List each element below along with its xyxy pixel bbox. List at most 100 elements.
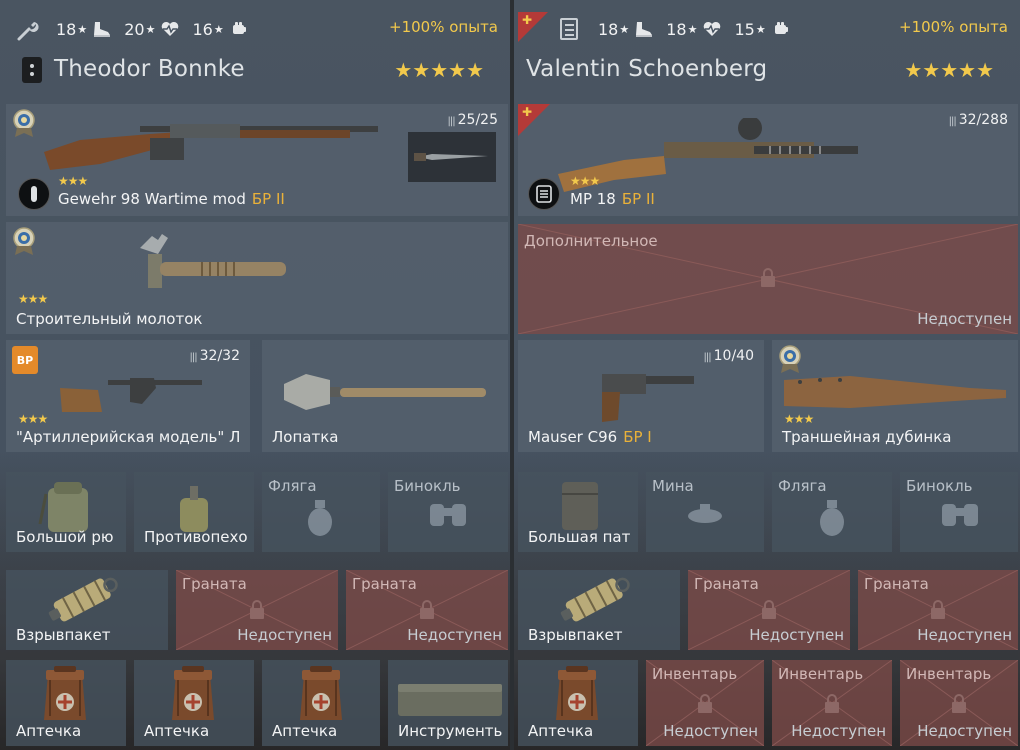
antipersonnel-mine-slot[interactable]: Противопехо [134,472,254,552]
explosive-pack-slot[interactable]: Взрывпакет [518,570,680,650]
boot-icon [634,20,654,38]
fist-icon [771,20,791,38]
ammo-count: ||| 32/288 [948,112,1008,128]
unavailable-status: Недоступен [237,626,332,644]
medkit-slot[interactable]: Аптечка [134,660,254,746]
flask-slot[interactable]: Фляга [772,472,892,552]
grenade-slot-locked[interactable]: Граната Недоступен [346,570,508,650]
lock-icon [926,598,950,622]
mauser-pistol-image [602,374,694,422]
weapon-stars: ★★★ [784,412,814,426]
medkit-icon [168,664,218,724]
bayonet-attachment[interactable] [408,132,496,182]
weapon-label: Строительный молоток [16,310,203,328]
extra-slot-locked[interactable]: Дополнительное Недоступен [518,224,1018,334]
binoculars-icon [942,504,978,526]
ammo-icon: ||| [703,352,712,363]
upgrade-medal-icon [12,108,36,138]
boot-icon [92,20,112,38]
toolbox-slot[interactable]: Инструменть [388,660,508,746]
rank-insignia-icon [22,57,42,83]
item-label: Инвентарь [778,665,864,683]
wrench-icon [16,18,40,42]
flask-icon [820,500,844,536]
grenade-slot-locked[interactable]: Граната Недоступен [858,570,1018,650]
grenade-slot-locked[interactable]: Граната Недоступен [688,570,850,650]
backpack-slot[interactable]: Большой рю [6,472,126,552]
trench-club-slot[interactable]: ★★★ Траншейная дубинка [772,340,1018,452]
weapon-label: Лопатка [272,428,339,446]
item-label: Аптечка [144,722,210,740]
stat-strength: 16 ★ [192,20,248,39]
smg-image [558,118,858,192]
artillery-luger-image [60,378,202,412]
primary-weapon-slot[interactable]: ||| 25/25 ★★★ Gewehr 98 Wartime mod БР II [6,104,508,216]
item-label: Мина [652,477,694,495]
cross-icon: ✚ [522,13,533,27]
sidearm-slot[interactable]: ||| 10/40 Mauser C96 БР I [518,340,764,452]
mine-icon [180,486,208,532]
unavailable-status: Недоступен [917,722,1012,740]
lock-icon [756,266,780,290]
item-label: Граната [182,575,247,593]
heart-pulse-icon [702,20,722,38]
explosive-pack-slot[interactable]: Взрывпакет [6,570,168,650]
item-label: Инвентарь [906,665,992,683]
medkit-icon [40,664,90,724]
weapon-label: "Артиллерийская модель" Л [16,428,241,446]
ammo-count: ||| 10/40 [703,348,754,364]
explosive-pack-icon [44,574,124,624]
unavailable-status: Недоступен [407,626,502,644]
weapon-label: MP 18 БР II [570,190,655,208]
toolbox-icon [398,684,502,716]
inventory-slot-locked[interactable]: Инвентарь Недоступен [900,660,1018,746]
melee-weapon-slot[interactable]: ★★★ Строительный молоток [6,222,508,334]
upgrade-medal-icon [12,226,36,256]
inventory-slot-locked[interactable]: Инвентарь Недоступен [646,660,764,746]
lock-icon [757,598,781,622]
item-label: Бинокль [394,477,461,495]
item-label: Аптечка [16,722,82,740]
item-label: Большая пат [528,528,631,546]
shovel-slot[interactable]: Лопатка [262,340,508,452]
medkit-slot[interactable]: Аптечка [262,660,380,746]
flask-slot[interactable]: Фляга [262,472,380,552]
ammo-type-icon[interactable] [18,178,50,210]
stat-vitality: 20 ★ [124,20,180,39]
heart-pulse-icon [160,20,180,38]
medkit-slot[interactable]: Аптечка [518,660,638,746]
item-label: Граната [864,575,929,593]
item-label: Бинокль [906,477,973,495]
stat-agility: 18 ★ [598,20,654,39]
binoculars-slot[interactable]: Бинокль [388,472,508,552]
mine-slot[interactable]: Мина [646,472,764,552]
item-label: Аптечка [528,722,594,740]
weapon-stars: ★★★ [58,174,88,188]
binoculars-slot[interactable]: Бинокль [900,472,1018,552]
lock-icon [415,598,439,622]
weapon-label: Mauser C96 БР I [528,428,652,446]
item-label: Аптечка [272,722,338,740]
cross-icon: ✚ [522,105,533,119]
ammo-pouch-slot[interactable]: Большая пат [518,472,638,552]
xp-bonus: +100% опыта [389,18,498,36]
grenade-slot-locked[interactable]: Граната Недоступен [176,570,338,650]
stat-strength: 15 ★ [734,20,790,39]
ammo-icon: ||| [948,116,957,127]
unavailable-status: Недоступен [791,722,886,740]
item-label: Инструменть [398,722,503,740]
bayonet-icon [414,153,488,161]
pouch-icon [562,482,598,530]
inventory-slot-locked[interactable]: Инвентарь Недоступен [772,660,892,746]
item-label: Фляга [778,477,827,495]
ammo-icon: ||| [447,116,456,127]
primary-weapon-slot[interactable]: ✚ ||| 32/288 ★★★ MP 18 БР II [518,104,1018,216]
weapon-label: Gewehr 98 Wartime mod БР II [58,190,285,208]
lock-icon [947,692,971,716]
medkit-slot[interactable]: Аптечка [6,660,126,746]
mine-icon [688,504,722,523]
unavailable-status: Недоступен [917,626,1012,644]
sidearm-slot[interactable]: BP ||| 32/32 ★★★ "Артиллерийская модель" … [6,340,250,452]
backpack-icon [38,482,88,532]
ammo-type-icon[interactable] [528,178,560,210]
